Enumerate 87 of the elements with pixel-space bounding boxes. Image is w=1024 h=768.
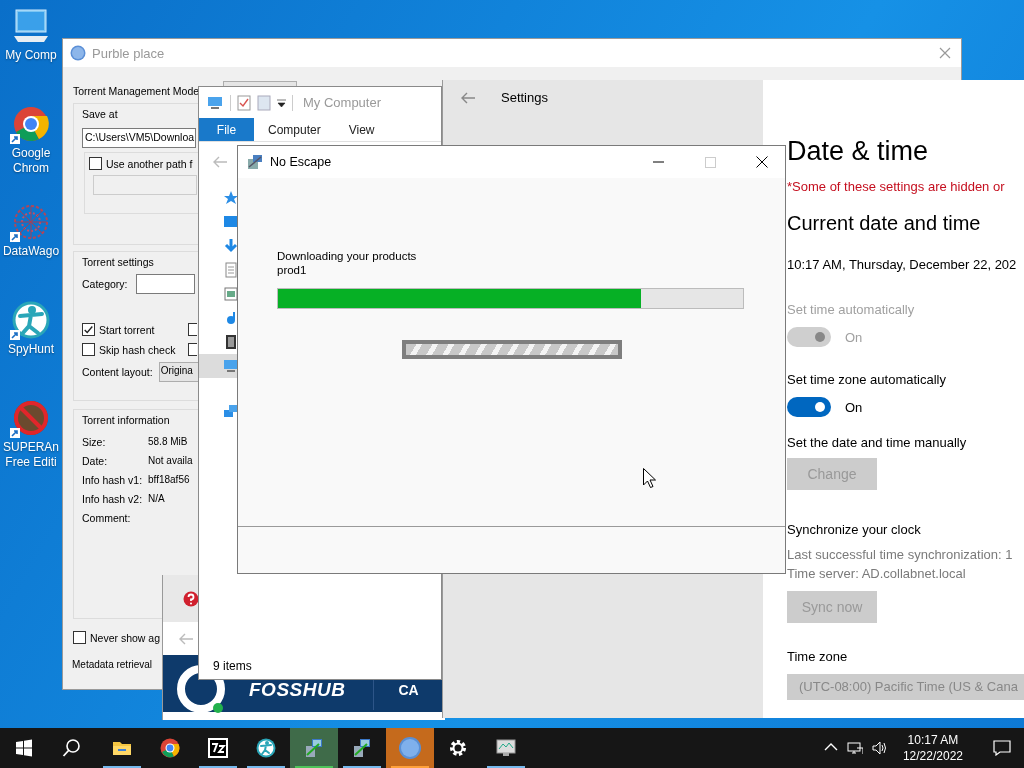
properties-icon[interactable] bbox=[237, 94, 251, 111]
checkbox[interactable]: Never show ag bbox=[73, 631, 161, 644]
start-icon bbox=[14, 738, 34, 758]
check-icon bbox=[83, 324, 94, 335]
info-label: Comment: bbox=[82, 511, 132, 524]
toggle-state-label: On bbox=[845, 329, 863, 345]
help-icon[interactable] bbox=[183, 590, 199, 607]
desktop-icon-label: Google Chrom bbox=[10, 146, 52, 176]
info-value: N/A bbox=[148, 493, 165, 504]
computer-icon bbox=[207, 95, 224, 110]
settings-icon bbox=[448, 738, 468, 758]
installer-icon bbox=[304, 738, 324, 758]
info-value: 58.8 MiB bbox=[148, 436, 188, 447]
checkbox[interactable]: Start torrent bbox=[82, 323, 155, 336]
section-label: Synchronize your clock bbox=[787, 522, 922, 537]
window-title: Settings bbox=[501, 90, 548, 105]
page-title: Date & time bbox=[787, 136, 930, 167]
checkbox[interactable] bbox=[188, 323, 197, 336]
monitor-icon bbox=[496, 738, 516, 758]
status-message: Downloading your products bbox=[277, 250, 418, 262]
torrent-app-icon bbox=[399, 737, 421, 759]
installer-icon bbox=[246, 153, 264, 171]
desktop-icon-label: DataWago bbox=[1, 244, 61, 259]
network-icon bbox=[223, 404, 239, 420]
ribbon-tab[interactable]: Computer bbox=[254, 118, 335, 141]
close-icon[interactable] bbox=[756, 156, 768, 168]
site-logo[interactable]: FOSSHUB bbox=[249, 680, 346, 699]
section-label: Time zone bbox=[787, 649, 849, 664]
checkbox[interactable] bbox=[188, 343, 197, 356]
speaker-icon[interactable] bbox=[871, 741, 886, 755]
window-title: Purble place bbox=[92, 45, 166, 61]
figure-icon bbox=[256, 738, 276, 758]
info-value: Not availa bbox=[148, 455, 193, 466]
path-field[interactable]: C:\Users\VM5\Downloa bbox=[82, 128, 196, 148]
nav-link[interactable]: CA bbox=[398, 682, 419, 697]
ribbon-tab[interactable]: File bbox=[199, 118, 254, 141]
installer-icon bbox=[352, 738, 372, 758]
setting-label: Set the date and time manually bbox=[787, 435, 968, 450]
window-title: No Escape bbox=[270, 155, 333, 169]
status-label: Metadata retrieval bbox=[72, 659, 153, 670]
toggle-switch[interactable] bbox=[787, 397, 831, 417]
back-icon[interactable] bbox=[461, 91, 475, 104]
desktop-icon-label: SpyHunt bbox=[7, 342, 55, 357]
setting-label: Set time automatically bbox=[787, 302, 916, 317]
dropdown-icon[interactable] bbox=[277, 98, 286, 107]
group-title: Torrent settings bbox=[82, 256, 155, 268]
archive-icon bbox=[208, 738, 228, 758]
path-field[interactable] bbox=[93, 175, 197, 195]
desktop-icon bbox=[223, 214, 239, 230]
info-label: Size: bbox=[82, 435, 107, 448]
info-label: Info hash v2: bbox=[82, 492, 144, 505]
warning-text: *Some of these settings are hidden or bbox=[787, 179, 1006, 194]
search-icon bbox=[62, 738, 82, 758]
info-value: bff18af56 bbox=[148, 474, 190, 485]
browser-icon bbox=[160, 738, 180, 758]
sync-info: Last successful time synchronization: 1 bbox=[787, 547, 1014, 562]
group-title: Torrent information bbox=[82, 414, 171, 426]
layout-dropdown[interactable]: Origina bbox=[158, 362, 199, 382]
field-label: Category: bbox=[82, 278, 128, 290]
network-icon[interactable] bbox=[846, 741, 863, 755]
field-label: Torrent Management Mode bbox=[73, 84, 201, 99]
product-name: prod1 bbox=[277, 264, 308, 276]
ribbon-tab[interactable]: View bbox=[334, 118, 389, 141]
clock[interactable]: 10:17 AM 12/22/2022 bbox=[894, 732, 971, 764]
desktop-icon-label: SUPERAn Free Editi bbox=[2, 440, 60, 470]
torrent-app-icon bbox=[70, 45, 86, 61]
cursor-icon bbox=[643, 468, 656, 488]
desktop-icon-label: My Comp bbox=[4, 48, 58, 63]
video-icon bbox=[223, 334, 239, 350]
field-label: Content layout: bbox=[82, 366, 153, 378]
status-text: 9 items bbox=[213, 659, 252, 673]
info-label: Info hash v1: bbox=[82, 473, 144, 486]
window-title: My Computer bbox=[303, 95, 382, 110]
star-icon bbox=[223, 190, 239, 206]
minimize-icon[interactable] bbox=[652, 161, 664, 163]
section-title: Current date and time bbox=[787, 212, 982, 235]
current-datetime: 10:17 AM, Thursday, December 22, 202 bbox=[787, 257, 1018, 272]
group-title: Save at bbox=[82, 108, 119, 120]
toggle-state-label: On bbox=[845, 399, 863, 415]
info-label: Date: bbox=[82, 454, 109, 467]
checkbox[interactable]: Use another path f bbox=[89, 157, 193, 170]
checkbox[interactable]: Skip hash check bbox=[82, 343, 176, 356]
download-icon bbox=[223, 238, 239, 254]
notification-icon[interactable] bbox=[993, 740, 1011, 756]
category-field[interactable] bbox=[135, 274, 195, 294]
sync-info: Time server: AD.collabnet.local bbox=[787, 566, 967, 581]
setting-label: Set time zone automatically bbox=[787, 372, 947, 387]
